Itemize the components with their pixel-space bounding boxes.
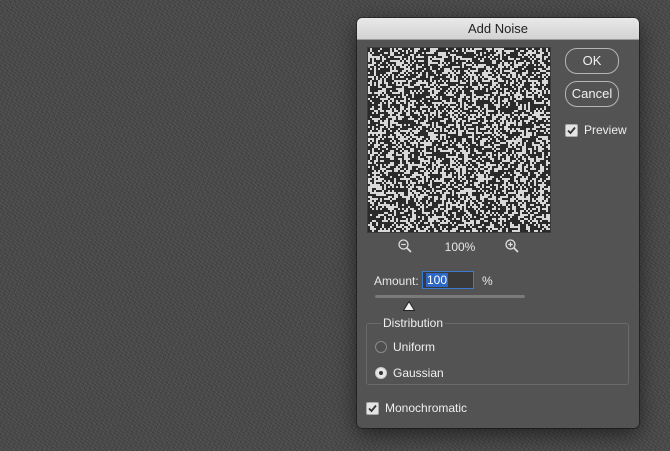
gaussian-label: Gaussian — [393, 366, 444, 380]
distribution-label: Distribution — [381, 316, 446, 330]
uniform-radio[interactable]: Uniform — [375, 340, 435, 354]
monochromatic-label: Monochromatic — [385, 401, 468, 415]
gaussian-radio[interactable]: Gaussian — [375, 366, 444, 380]
amount-control: Amount: 100 % — [374, 271, 514, 291]
zoom-level: 100% — [444, 240, 476, 254]
amount-slider-track[interactable] — [375, 295, 525, 298]
uniform-label: Uniform — [393, 340, 436, 354]
amount-value: 100 — [426, 273, 449, 287]
amount-input[interactable]: 100 — [422, 271, 474, 289]
dialog-title: Add Noise — [357, 18, 639, 40]
noise-preview-image — [368, 48, 550, 232]
radio-button-icon[interactable] — [375, 341, 387, 353]
slider-thumb-icon[interactable] — [402, 298, 416, 311]
zoom-controls: 100% — [367, 238, 551, 256]
amount-label: Amount: — [374, 274, 419, 288]
zoom-out-icon[interactable] — [397, 238, 413, 254]
preview-checkbox[interactable]: Preview — [565, 123, 627, 137]
cancel-button[interactable]: Cancel — [565, 81, 619, 107]
monochromatic-checkbox[interactable]: Monochromatic — [366, 401, 467, 415]
amount-unit: % — [482, 274, 493, 288]
zoom-in-icon[interactable] — [504, 238, 520, 254]
preview-label: Preview — [584, 123, 627, 137]
add-noise-dialog: Add Noise 100% OK Cancel Preview Amount:… — [357, 18, 639, 428]
checkmark-icon[interactable] — [366, 401, 379, 415]
radio-button-selected-icon[interactable] — [375, 367, 387, 379]
ok-button[interactable]: OK — [565, 48, 619, 74]
preview-thumbnail[interactable] — [367, 47, 551, 233]
checkmark-icon[interactable] — [565, 123, 578, 137]
